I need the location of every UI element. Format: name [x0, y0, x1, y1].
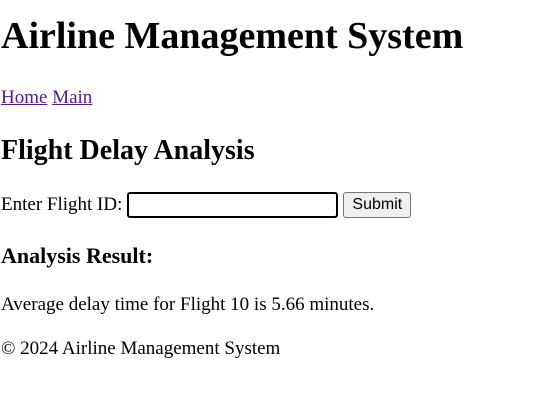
flight-id-form: Enter Flight ID: Submit	[1, 191, 412, 219]
nav-link-home[interactable]: Home	[1, 87, 47, 108]
page-title: Airline Management System	[1, 15, 464, 57]
submit-button[interactable]: Submit	[343, 192, 412, 218]
main-nav: Home Main	[1, 86, 92, 110]
footer-text: © 2024 Airline Management System	[1, 338, 281, 359]
result-text: Average delay time for Flight 10 is 5.66…	[1, 294, 375, 315]
section-title: Flight Delay Analysis	[1, 135, 255, 166]
nav-link-main[interactable]: Main	[52, 87, 92, 108]
flight-id-label: Enter Flight ID:	[1, 194, 123, 215]
result-heading: Analysis Result:	[1, 243, 154, 268]
flight-id-input[interactable]	[127, 192, 339, 218]
